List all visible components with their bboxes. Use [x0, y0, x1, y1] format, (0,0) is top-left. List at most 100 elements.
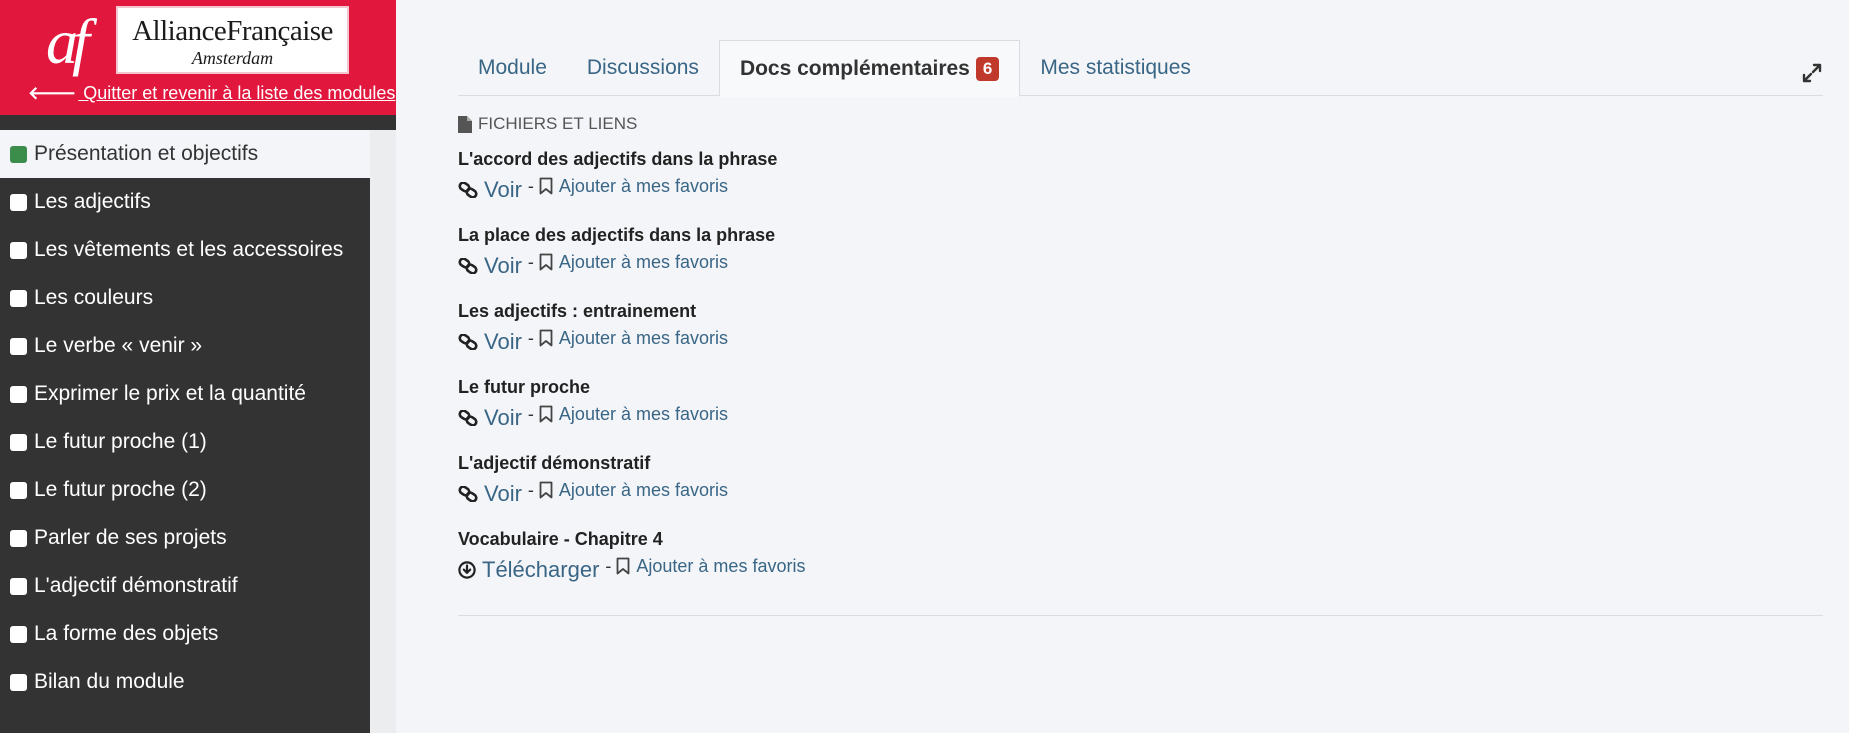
link-icon: [458, 486, 478, 502]
download-circle-icon: [458, 561, 476, 579]
doc-title: L'accord des adjectifs dans la phrase: [458, 149, 778, 169]
view-label: Voir: [484, 177, 522, 202]
list-item: Les adjectifs : entrainement Voir - Ajou…: [458, 298, 1358, 374]
nav-item-verbe-venir[interactable]: Le verbe « venir »: [0, 322, 370, 370]
nav-item-adjectif-demonstratif[interactable]: L'adjectif démonstratif: [0, 562, 370, 610]
add-favorite-link[interactable]: Ajouter à mes favoris: [539, 176, 728, 197]
docs-count-badge: 6: [975, 56, 1000, 81]
tab-mes-statistiques[interactable]: Mes statistiques: [1020, 40, 1211, 96]
progress-checkbox-icon: [10, 673, 27, 691]
view-link[interactable]: Voir: [458, 405, 522, 431]
add-favorite-link[interactable]: Ajouter à mes favoris: [539, 328, 728, 349]
view-label: Voir: [484, 253, 522, 278]
view-link[interactable]: Voir: [458, 253, 522, 279]
nav-item-label: La forme des objets: [34, 622, 219, 645]
add-favorite-link[interactable]: Ajouter à mes favoris: [539, 404, 728, 425]
documents-list: L'accord des adjectifs dans la phrase Vo…: [458, 146, 1358, 602]
sidebar-divider: [0, 115, 396, 130]
nav-item-adjectifs[interactable]: Les adjectifs: [0, 178, 370, 226]
module-nav: Présentation et objectifs Les adjectifs …: [0, 130, 370, 733]
progress-checkbox-icon: [10, 145, 27, 163]
nav-item-label: Bilan du module: [34, 670, 185, 693]
nav-item-prix-quantite[interactable]: Exprimer le prix et la quantité: [0, 370, 370, 418]
bookmark-icon: [539, 405, 553, 423]
list-item: La place des adjectifs dans la phrase Vo…: [458, 222, 1358, 298]
nav-item-vetements[interactable]: Les vêtements et les accessoires: [0, 226, 370, 274]
download-link[interactable]: Télécharger: [458, 557, 599, 583]
quit-link-label: Quitter et revenir à la liste des module…: [78, 83, 396, 103]
logo-main-text: AllianceFrançaise: [132, 15, 333, 47]
favorite-label: Ajouter à mes favoris: [558, 327, 728, 348]
bookmark-icon: [539, 177, 553, 195]
nav-item-label: Le futur proche (1): [34, 430, 207, 453]
favorite-label: Ajouter à mes favoris: [558, 403, 728, 424]
list-item: Le futur proche Voir - Ajouter à mes fav…: [458, 374, 1358, 450]
link-icon: [458, 182, 478, 198]
favorite-label: Ajouter à mes favoris: [636, 555, 806, 576]
nav-item-couleurs[interactable]: Les couleurs: [0, 274, 370, 322]
logo-sub-text: Amsterdam: [191, 48, 274, 68]
doc-actions: Télécharger - Ajouter à mes favoris: [458, 552, 1358, 588]
doc-actions: Voir - Ajouter à mes favoris: [458, 248, 1358, 284]
quit-to-modules-link[interactable]: 🡐 Quitter et revenir à la liste des modu…: [28, 80, 395, 106]
progress-checkbox-icon: [10, 241, 27, 259]
nav-item-bilan[interactable]: Bilan du module: [0, 658, 370, 706]
view-link[interactable]: Voir: [458, 177, 522, 203]
arrow-left-icon: 🡐: [28, 83, 77, 103]
link-icon: [458, 334, 478, 350]
content-divider: [458, 615, 1823, 616]
action-separator: -: [527, 403, 534, 424]
progress-checkbox-icon: [10, 481, 27, 499]
add-favorite-link[interactable]: Ajouter à mes favoris: [616, 556, 805, 577]
module-tabs: Module Discussions Docs complémentaires …: [458, 40, 1823, 97]
list-item: L'accord des adjectifs dans la phrase Vo…: [458, 146, 1358, 222]
doc-title: Le futur proche: [458, 377, 591, 397]
progress-checkbox-icon: [10, 433, 27, 451]
bookmark-icon: [539, 253, 553, 271]
nav-item-presentation[interactable]: Présentation et objectifs: [0, 130, 370, 178]
tab-docs-complementaires[interactable]: Docs complémentaires 6: [718, 40, 1021, 97]
doc-title: L'adjectif démonstratif: [458, 453, 651, 473]
list-item: Vocabulaire - Chapitre 4 Télécharger - A…: [458, 526, 1358, 602]
link-icon: [458, 258, 478, 274]
nav-item-forme-objets[interactable]: La forme des objets: [0, 610, 370, 658]
view-label: Voir: [484, 405, 522, 430]
list-item: L'adjectif démonstratif Voir - Ajouter à…: [458, 450, 1358, 526]
expand-icon[interactable]: [1801, 62, 1823, 84]
view-label: Voir: [484, 329, 522, 354]
nav-item-label: Les couleurs: [34, 286, 154, 309]
nav-item-futur-proche-1[interactable]: Le futur proche (1): [0, 418, 370, 466]
progress-checkbox-icon: [10, 385, 27, 403]
tab-module[interactable]: Module: [458, 40, 567, 96]
add-favorite-link[interactable]: Ajouter à mes favoris: [539, 252, 728, 273]
nav-item-label: Exprimer le prix et la quantité: [34, 382, 306, 405]
nav-item-label: L'adjectif démonstratif: [34, 574, 238, 597]
nav-item-label: Présentation et objectifs: [34, 142, 259, 165]
tab-docs-label: Docs complémentaires: [739, 56, 970, 80]
alliance-francaise-logo: AllianceFrançaise Amsterdam: [116, 6, 349, 74]
files-and-links-heading: FICHIERS ET LIENS: [458, 112, 637, 136]
brand-header: af AllianceFrançaise Amsterdam 🡐 Quitter…: [0, 0, 396, 115]
nav-item-futur-proche-2[interactable]: Le futur proche (2): [0, 466, 370, 514]
add-favorite-link[interactable]: Ajouter à mes favoris: [539, 480, 728, 501]
favorite-label: Ajouter à mes favoris: [558, 479, 728, 500]
download-label: Télécharger: [482, 557, 600, 582]
nav-item-projets[interactable]: Parler de ses projets: [0, 514, 370, 562]
action-separator: -: [605, 555, 612, 576]
af-logo-mark: af: [46, 6, 90, 77]
doc-title: La place des adjectifs dans la phrase: [458, 225, 776, 245]
sidebar: af AllianceFrançaise Amsterdam 🡐 Quitter…: [0, 0, 396, 733]
progress-checkbox-icon: [10, 193, 27, 211]
favorite-label: Ajouter à mes favoris: [558, 251, 728, 272]
view-link[interactable]: Voir: [458, 481, 522, 507]
nav-item-label: Le verbe « venir »: [34, 334, 203, 357]
link-icon: [458, 410, 478, 426]
view-link[interactable]: Voir: [458, 329, 522, 355]
tab-discussions[interactable]: Discussions: [567, 40, 719, 96]
doc-actions: Voir - Ajouter à mes favoris: [458, 172, 1358, 208]
doc-actions: Voir - Ajouter à mes favoris: [458, 400, 1358, 436]
progress-checkbox-icon: [10, 337, 27, 355]
favorite-label: Ajouter à mes favoris: [558, 175, 728, 196]
view-label: Voir: [484, 481, 522, 506]
bookmark-icon: [539, 329, 553, 347]
